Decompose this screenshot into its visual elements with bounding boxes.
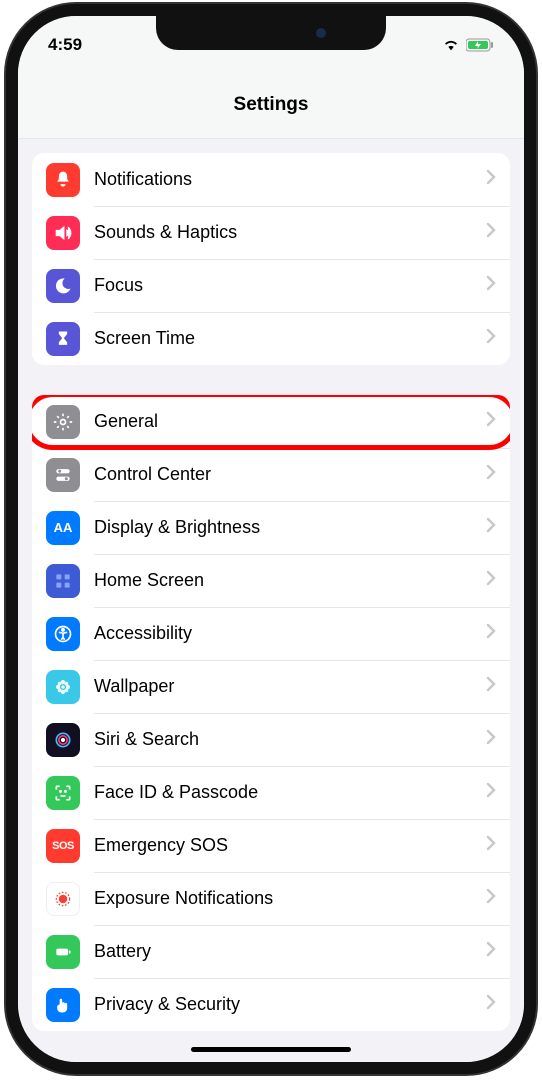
chevron-right-icon bbox=[486, 168, 496, 191]
row-label: Emergency SOS bbox=[94, 835, 478, 856]
chevron-right-icon bbox=[486, 410, 496, 433]
bell-icon bbox=[46, 163, 80, 197]
moon-icon bbox=[46, 269, 80, 303]
row-label: Siri & Search bbox=[94, 729, 478, 750]
home-indicator[interactable] bbox=[191, 1047, 351, 1052]
row-label: Focus bbox=[94, 275, 478, 296]
row-label: Notifications bbox=[94, 169, 478, 190]
row-exposure[interactable]: Exposure Notifications bbox=[32, 872, 510, 925]
gear-icon bbox=[46, 405, 80, 439]
row-general[interactable]: General bbox=[32, 395, 510, 448]
chevron-right-icon bbox=[486, 221, 496, 244]
row-label: Home Screen bbox=[94, 570, 478, 591]
phone-frame: 4:59 Settings bbox=[6, 4, 536, 1074]
row-label: General bbox=[94, 411, 478, 432]
row-label: Face ID & Passcode bbox=[94, 782, 478, 803]
chevron-right-icon bbox=[486, 781, 496, 804]
status-time: 4:59 bbox=[48, 35, 148, 55]
accessibility-icon bbox=[46, 617, 80, 651]
chevron-right-icon bbox=[486, 940, 496, 963]
camera-dot bbox=[316, 28, 326, 38]
battery-setting-icon bbox=[46, 935, 80, 969]
chevron-right-icon bbox=[486, 675, 496, 698]
siri-icon bbox=[46, 723, 80, 757]
faceid-icon bbox=[46, 776, 80, 810]
hourglass-icon bbox=[46, 322, 80, 356]
row-label: Control Center bbox=[94, 464, 478, 485]
chevron-right-icon bbox=[486, 834, 496, 857]
row-label: Exposure Notifications bbox=[94, 888, 478, 909]
row-battery[interactable]: Battery bbox=[32, 925, 510, 978]
row-label: Screen Time bbox=[94, 328, 478, 349]
chevron-right-icon bbox=[486, 516, 496, 539]
settings-group-1: Notifications Sounds & Haptics Focus bbox=[32, 153, 510, 365]
settings-group-2: General Control Center AA Display & Brig… bbox=[32, 395, 510, 1031]
row-label: Wallpaper bbox=[94, 676, 478, 697]
grid-icon bbox=[46, 564, 80, 598]
flower-icon bbox=[46, 670, 80, 704]
page-title: Settings bbox=[18, 74, 524, 139]
row-sounds[interactable]: Sounds & Haptics bbox=[32, 206, 510, 259]
row-homescreen[interactable]: Home Screen bbox=[32, 554, 510, 607]
row-sos[interactable]: SOS Emergency SOS bbox=[32, 819, 510, 872]
sos-icon: SOS bbox=[46, 829, 80, 863]
textsize-icon: AA bbox=[46, 511, 80, 545]
speaker-icon bbox=[46, 216, 80, 250]
row-accessibility[interactable]: Accessibility bbox=[32, 607, 510, 660]
row-display[interactable]: AA Display & Brightness bbox=[32, 501, 510, 554]
row-screentime[interactable]: Screen Time bbox=[32, 312, 510, 365]
battery-icon bbox=[466, 38, 494, 52]
row-notifications[interactable]: Notifications bbox=[32, 153, 510, 206]
row-focus[interactable]: Focus bbox=[32, 259, 510, 312]
row-privacy[interactable]: Privacy & Security bbox=[32, 978, 510, 1031]
row-label: Display & Brightness bbox=[94, 517, 478, 538]
hand-icon bbox=[46, 988, 80, 1022]
row-wallpaper[interactable]: Wallpaper bbox=[32, 660, 510, 713]
chevron-right-icon bbox=[486, 274, 496, 297]
chevron-right-icon bbox=[486, 327, 496, 350]
row-label: Battery bbox=[94, 941, 478, 962]
chevron-right-icon bbox=[486, 622, 496, 645]
row-controlcenter[interactable]: Control Center bbox=[32, 448, 510, 501]
settings-list[interactable]: Notifications Sounds & Haptics Focus bbox=[18, 139, 524, 1063]
chevron-right-icon bbox=[486, 569, 496, 592]
row-label: Privacy & Security bbox=[94, 994, 478, 1015]
row-siri[interactable]: Siri & Search bbox=[32, 713, 510, 766]
chevron-right-icon bbox=[486, 993, 496, 1016]
row-label: Accessibility bbox=[94, 623, 478, 644]
row-faceid[interactable]: Face ID & Passcode bbox=[32, 766, 510, 819]
exposure-icon bbox=[46, 882, 80, 916]
row-label: Sounds & Haptics bbox=[94, 222, 478, 243]
switches-icon bbox=[46, 458, 80, 492]
wifi-icon bbox=[442, 38, 460, 52]
notch bbox=[156, 16, 386, 50]
chevron-right-icon bbox=[486, 463, 496, 486]
chevron-right-icon bbox=[486, 728, 496, 751]
chevron-right-icon bbox=[486, 887, 496, 910]
